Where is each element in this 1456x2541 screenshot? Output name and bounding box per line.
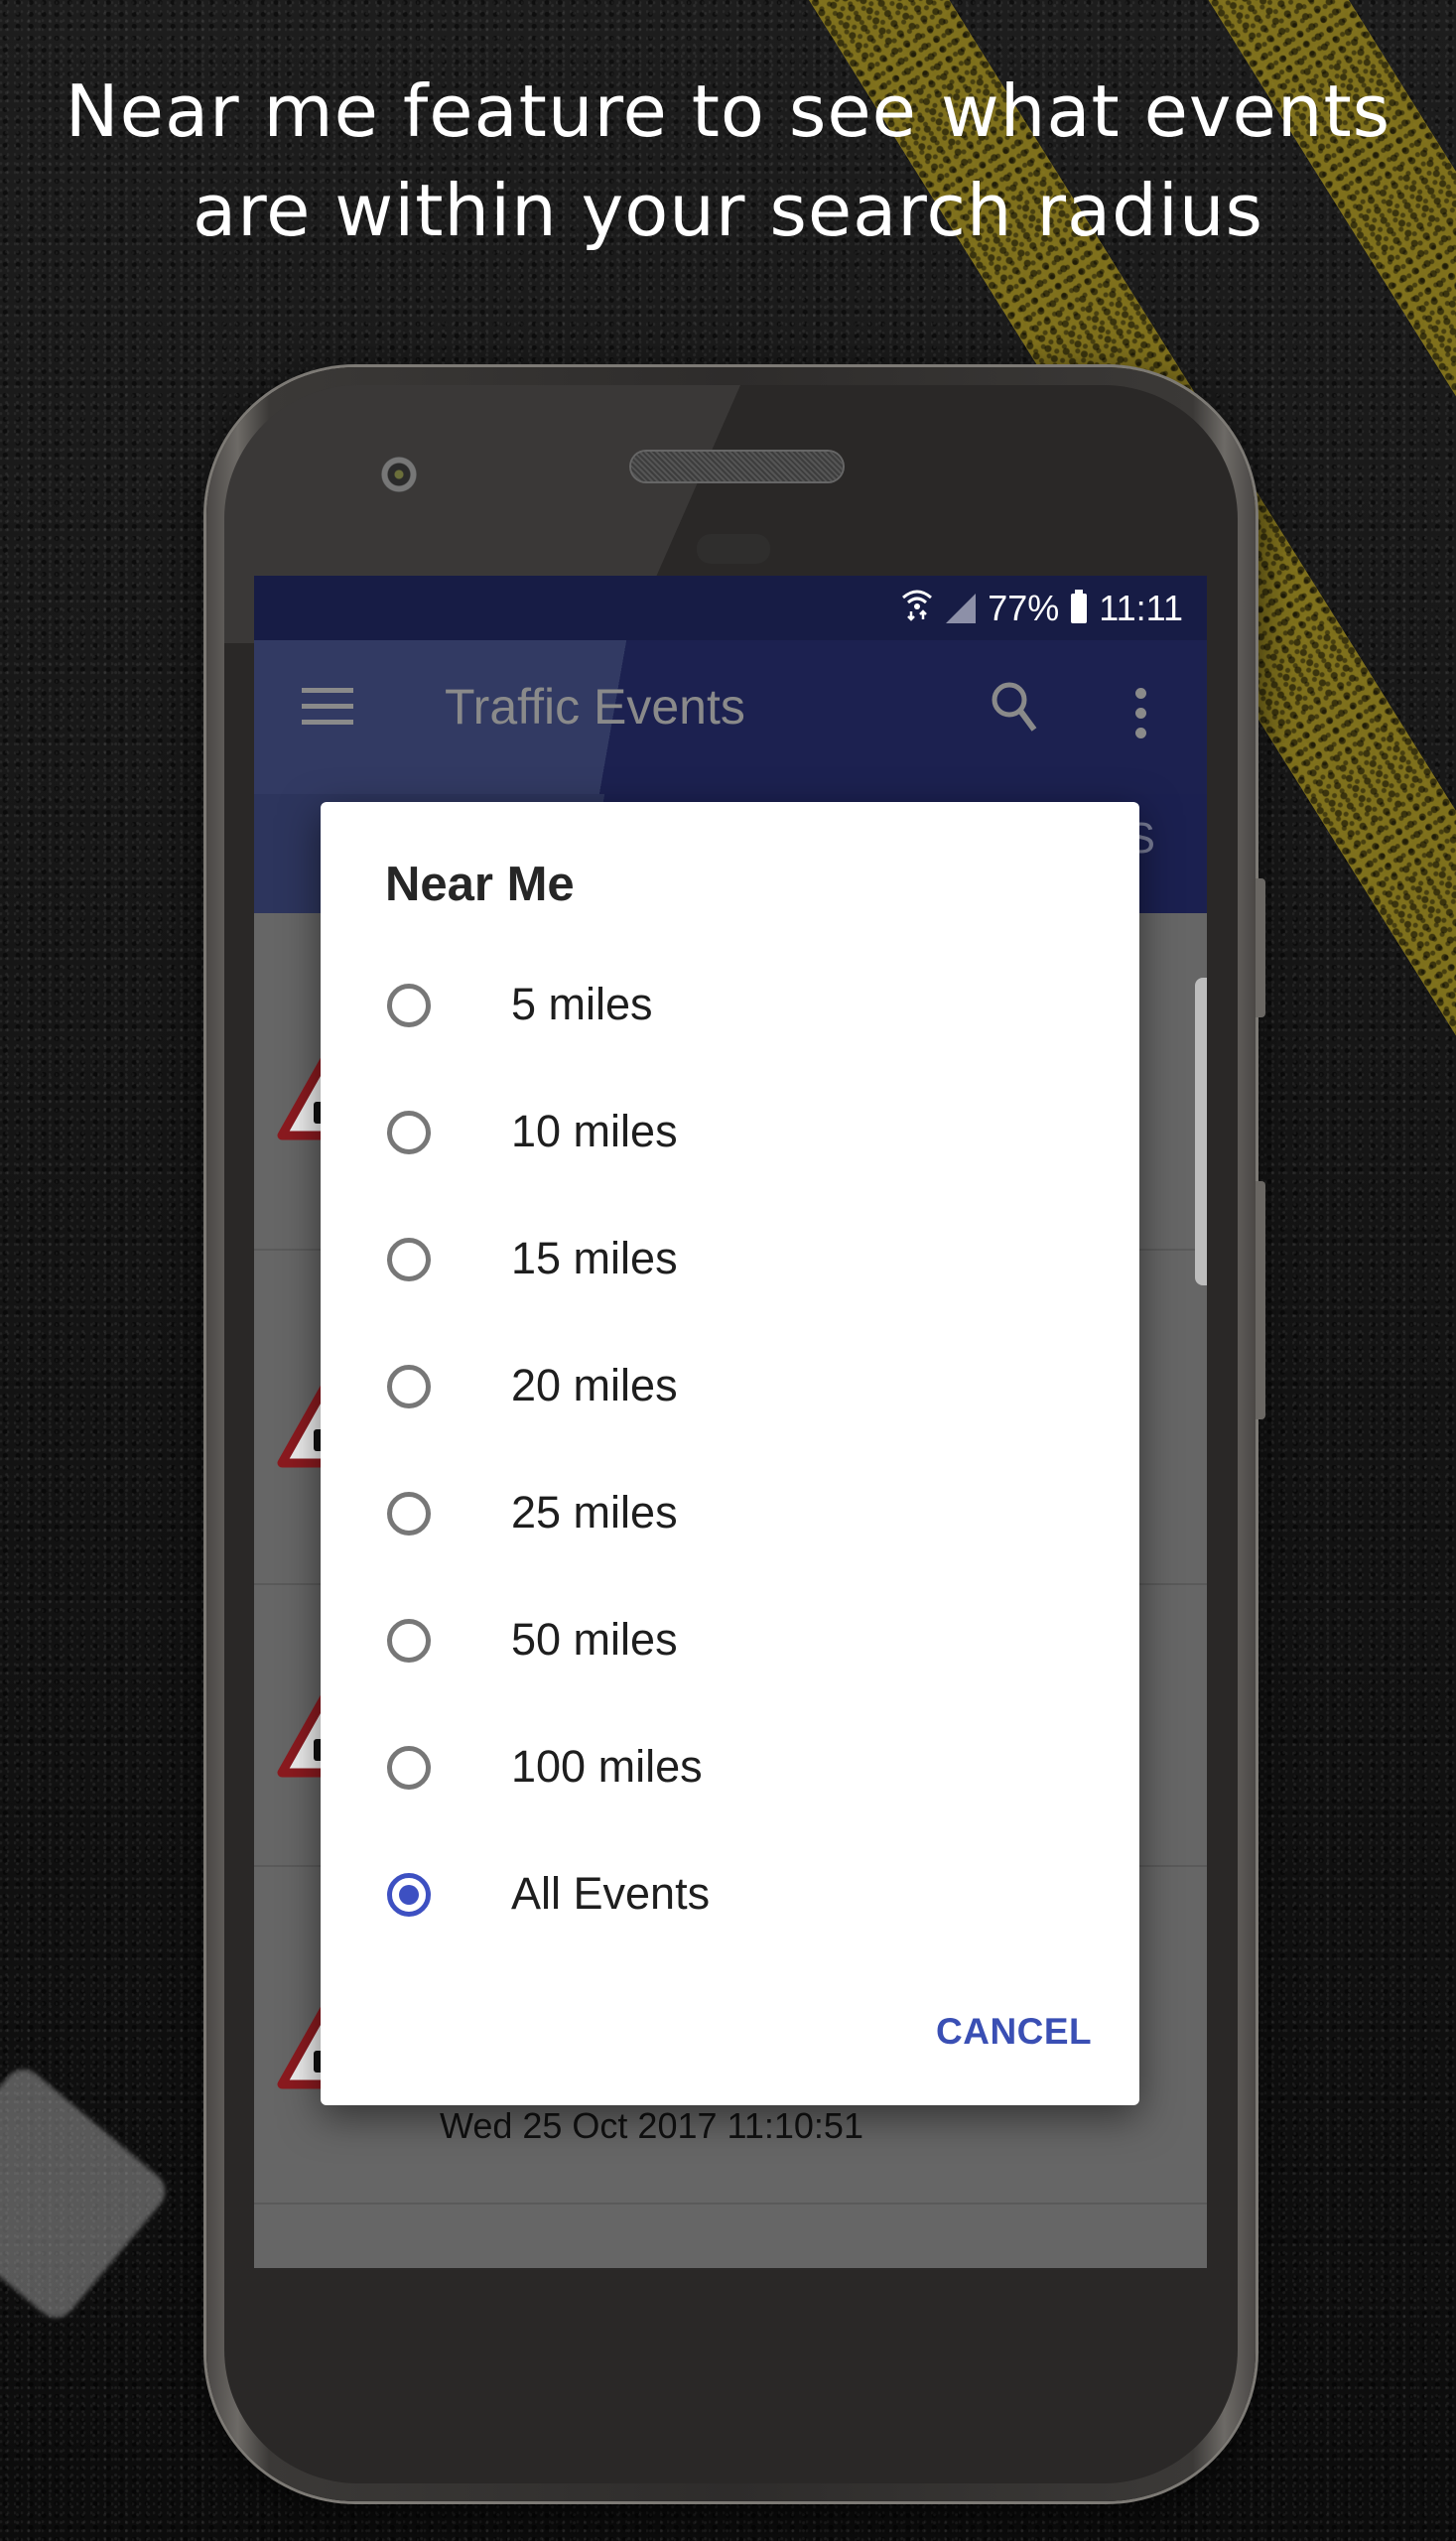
- option-label: 15 miles: [511, 1233, 678, 1283]
- radio-button-icon[interactable]: [387, 1238, 431, 1281]
- radio-option-50-miles[interactable]: 50 miles: [321, 1597, 1139, 1696]
- wifi-data-icon: [900, 588, 934, 629]
- radio-option-15-miles[interactable]: 15 miles: [321, 1216, 1139, 1315]
- search-icon[interactable]: [990, 680, 1037, 734]
- power-button: [1256, 878, 1265, 1017]
- option-label: 25 miles: [511, 1487, 678, 1538]
- app-bar: Traffic Events: [254, 640, 1207, 794]
- option-label: 5 miles: [511, 979, 653, 1029]
- radio-button-icon[interactable]: [387, 1746, 431, 1790]
- clock: 11:11: [1099, 587, 1183, 628]
- radio-button-icon[interactable]: [387, 1111, 431, 1154]
- status-bar: 77% 11:11: [254, 576, 1207, 640]
- radio-button-icon[interactable]: [387, 1873, 431, 1917]
- scrollbar-thumb[interactable]: [1195, 978, 1207, 1285]
- battery-percent: 77%: [988, 587, 1060, 628]
- app-title: Traffic Events: [445, 679, 745, 735]
- radio-button-icon[interactable]: [387, 984, 431, 1027]
- option-label: 50 miles: [511, 1614, 678, 1665]
- headline-line-1: Near me feature to see what events: [65, 69, 1391, 153]
- option-label: All Events: [511, 1868, 711, 1919]
- more-vert-icon[interactable]: [1135, 688, 1146, 747]
- earpiece-speaker: [631, 452, 843, 481]
- battery-icon: [1071, 589, 1088, 623]
- radio-option-10-miles[interactable]: 10 miles: [321, 1089, 1139, 1188]
- option-label: 100 miles: [511, 1741, 703, 1792]
- signal-icon: [946, 593, 977, 623]
- dialog-title: Near Me: [385, 858, 575, 911]
- promo-headline: Near me feature to see what events are w…: [0, 62, 1456, 260]
- front-camera-icon: [381, 457, 417, 492]
- radio-button-icon[interactable]: [387, 1365, 431, 1408]
- radio-option-5-miles[interactable]: 5 miles: [321, 962, 1139, 1061]
- option-label: 20 miles: [511, 1360, 678, 1410]
- radio-button-icon[interactable]: [387, 1492, 431, 1536]
- radio-button-icon[interactable]: [387, 1619, 431, 1663]
- event-date: Wed 25 Oct 2017 11:10:51: [440, 2105, 863, 2146]
- proximity-sensor: [697, 534, 770, 564]
- radio-option-25-miles[interactable]: 25 miles: [321, 1470, 1139, 1569]
- cancel-button[interactable]: CANCEL: [936, 2011, 1092, 2053]
- option-label: 10 miles: [511, 1106, 678, 1156]
- radio-option-20-miles[interactable]: 20 miles: [321, 1343, 1139, 1442]
- list-item[interactable]: M6 northbound between: [254, 2205, 1207, 2268]
- radio-option-100-miles[interactable]: 100 miles: [321, 1724, 1139, 1823]
- volume-button: [1256, 1181, 1265, 1419]
- near-me-dialog: Near Me 5 miles 10 miles 15 miles 20 mil…: [321, 802, 1139, 2105]
- headline-line-2: are within your search radius: [192, 169, 1263, 252]
- radio-option-all-events[interactable]: All Events: [321, 1851, 1139, 1950]
- hamburger-menu-icon[interactable]: [302, 688, 353, 736]
